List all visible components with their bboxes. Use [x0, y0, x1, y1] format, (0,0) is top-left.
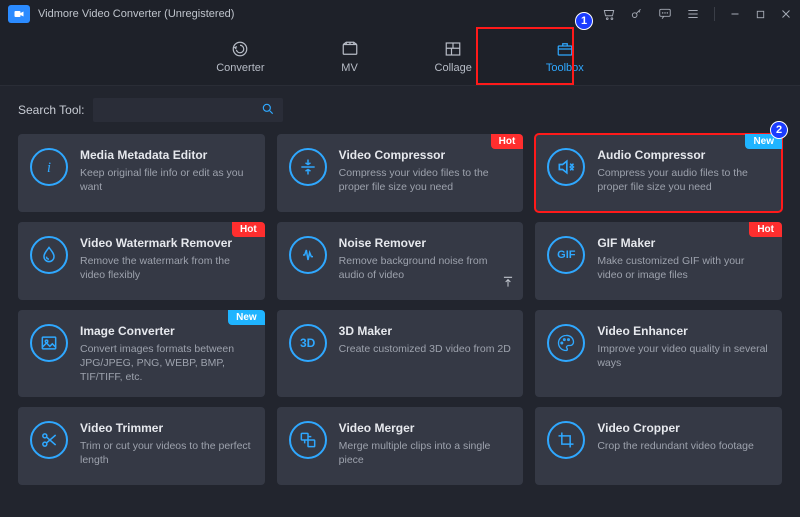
tool-desc: Compress your video files to the proper … [339, 166, 512, 194]
audio-compress-icon [547, 148, 585, 186]
compress-icon [289, 148, 327, 186]
tool-desc: Compress your audio files to the proper … [597, 166, 770, 194]
search-row: Search Tool: [0, 86, 800, 126]
tool-title: Video Cropper [597, 421, 753, 435]
cart-icon[interactable] [602, 7, 616, 21]
badge-hot: Hot [232, 222, 265, 237]
tool-title: Video Watermark Remover [80, 236, 253, 250]
nav-label: Converter [216, 62, 264, 74]
annotation-pin-2: 2 [770, 121, 788, 139]
gif-icon: GIF [547, 236, 585, 274]
nav-collage[interactable]: Collage [425, 36, 482, 78]
annotation-highlight-1 [476, 27, 574, 85]
tool-title: Video Enhancer [597, 324, 770, 338]
maximize-button[interactable] [755, 9, 766, 20]
app-title: Vidmore Video Converter (Unregistered) [38, 8, 234, 20]
nav-mv[interactable]: MV [329, 36, 371, 78]
tool-media-metadata-editor[interactable]: i Media Metadata Editor Keep original fi… [18, 134, 265, 212]
window-controls [602, 7, 792, 21]
tool-title: Video Merger [339, 421, 512, 435]
three-d-icon: 3D [289, 324, 327, 362]
tool-video-enhancer[interactable]: Video Enhancer Improve your video qualit… [535, 310, 782, 397]
tool-desc: Merge multiple clips into a single piece [339, 439, 512, 467]
minimize-button[interactable] [729, 8, 741, 20]
tool-title: Audio Compressor [597, 148, 770, 162]
tool-desc: Make customized GIF with your video or i… [597, 254, 770, 282]
tool-gif-maker[interactable]: Hot GIF GIF Maker Make customized GIF wi… [535, 222, 782, 300]
tool-watermark-remover[interactable]: Hot Video Watermark Remover Remove the w… [18, 222, 265, 300]
search-label: Search Tool: [18, 103, 85, 117]
tool-title: Media Metadata Editor [80, 148, 253, 162]
tool-title: Noise Remover [339, 236, 512, 250]
feedback-icon[interactable] [658, 7, 672, 21]
tool-title: Image Converter [80, 324, 253, 338]
tool-title: GIF Maker [597, 236, 770, 250]
tool-desc: Create customized 3D video from 2D [339, 342, 511, 356]
tool-title: 3D Maker [339, 324, 511, 338]
tool-desc: Keep original file info or edit as you w… [80, 166, 253, 194]
pin-to-top-icon[interactable] [501, 275, 515, 294]
tool-title: Video Compressor [339, 148, 512, 162]
annotation-pin-1: 1 [575, 12, 593, 30]
search-icon [261, 102, 275, 121]
tool-desc: Convert images formats between JPG/JPEG,… [80, 342, 253, 385]
nav-label: MV [341, 62, 358, 74]
noise-icon [289, 236, 327, 274]
badge-hot: Hot [491, 134, 524, 149]
tool-audio-compressor[interactable]: New Audio Compressor Compress your audio… [535, 134, 782, 212]
tool-noise-remover[interactable]: Noise Remover Remove background noise fr… [277, 222, 524, 300]
tool-video-cropper[interactable]: Video Cropper Crop the redundant video f… [535, 407, 782, 485]
tool-3d-maker[interactable]: 3D 3D Maker Create customized 3D video f… [277, 310, 524, 397]
badge-hot: Hot [749, 222, 782, 237]
tool-desc: Crop the redundant video footage [597, 439, 753, 453]
info-icon: i [30, 148, 68, 186]
tool-grid: i Media Metadata Editor Keep original fi… [0, 126, 800, 485]
svg-text:i: i [47, 160, 51, 176]
search-input[interactable] [93, 98, 283, 122]
close-button[interactable] [780, 8, 792, 20]
tool-desc: Remove the watermark from the video flex… [80, 254, 253, 282]
titlebar: Vidmore Video Converter (Unregistered) [0, 0, 800, 28]
image-icon [30, 324, 68, 362]
palette-icon [547, 324, 585, 362]
main-nav: Converter MV Collage Toolbox [0, 28, 800, 86]
tool-image-converter[interactable]: New Image Converter Convert images forma… [18, 310, 265, 397]
tool-video-compressor[interactable]: Hot Video Compressor Compress your video… [277, 134, 524, 212]
tool-desc: Remove background noise from audio of vi… [339, 254, 512, 282]
scissors-icon [30, 421, 68, 459]
tool-desc: Trim or cut your videos to the perfect l… [80, 439, 253, 467]
badge-new: New [228, 310, 265, 325]
nav-converter[interactable]: Converter [206, 36, 274, 78]
key-icon[interactable] [630, 7, 644, 21]
merge-icon [289, 421, 327, 459]
tool-video-trimmer[interactable]: Video Trimmer Trim or cut your videos to… [18, 407, 265, 485]
nav-label: Collage [435, 62, 472, 74]
tool-desc: Improve your video quality in several wa… [597, 342, 770, 370]
tool-video-merger[interactable]: Video Merger Merge multiple clips into a… [277, 407, 524, 485]
menu-icon[interactable] [686, 7, 700, 21]
crop-icon [547, 421, 585, 459]
tool-title: Video Trimmer [80, 421, 253, 435]
app-logo [8, 5, 30, 23]
watermark-icon [30, 236, 68, 274]
